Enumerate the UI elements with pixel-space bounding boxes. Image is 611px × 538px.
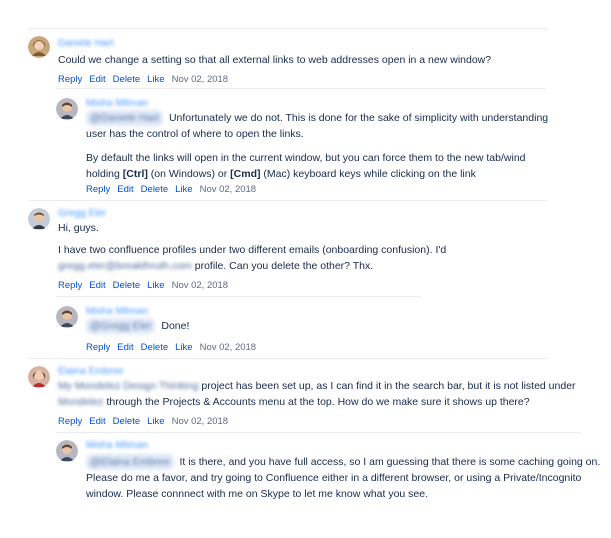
reply-link[interactable]: Reply (86, 184, 110, 195)
thread-divider (28, 200, 548, 201)
comment-text: @Daniele Hart Unfortunately we do not. T… (86, 110, 548, 126)
comment-text: Hi, guys. (58, 222, 99, 234)
comment-date[interactable]: Nov 02, 2018 (172, 74, 229, 85)
project-link[interactable]: My Mondelez Design Thinking (58, 380, 198, 392)
comment-text-part: project has been set up, as I can find i… (201, 380, 576, 392)
comment-author[interactable]: Misha Mitman (86, 98, 148, 110)
reply-divider (56, 432, 581, 433)
comment-body: @Gregg Eler Done! (86, 318, 189, 334)
comment-author[interactable]: Misha Mitman (86, 440, 148, 452)
key-label: [Ctrl] (122, 168, 148, 180)
reply-divider (56, 88, 546, 89)
comment-body: @Daniele Hart Unfortunately we do not. T… (86, 110, 548, 182)
delete-link[interactable]: Delete (113, 416, 140, 427)
comment-date[interactable]: Nov 02, 2018 (200, 184, 257, 195)
comment-author[interactable]: Gregg Eler (58, 208, 106, 220)
delete-link[interactable]: Delete (113, 74, 140, 85)
delete-link[interactable]: Delete (141, 184, 168, 195)
comment-text: Could we change a setting so that all ex… (58, 54, 492, 66)
user-mention[interactable]: @Gregg Eler (86, 318, 156, 334)
comment-date[interactable]: Nov 02, 2018 (172, 280, 229, 291)
like-link[interactable]: Like (147, 280, 164, 291)
comment-text-part: through the Projects & Accounts menu at … (106, 396, 530, 408)
comment-actions: Reply Edit Delete Like Nov 02, 2018 (86, 342, 263, 354)
user-mention[interactable]: @Elaina Embree (86, 454, 174, 470)
avatar[interactable] (28, 208, 50, 230)
avatar[interactable] (56, 98, 78, 120)
edit-link[interactable]: Edit (89, 416, 105, 427)
like-link[interactable]: Like (147, 416, 164, 427)
avatar[interactable] (56, 306, 78, 328)
comment-text: By default the links will open in the cu… (86, 152, 526, 164)
reply-link[interactable]: Reply (58, 416, 82, 427)
comment-text: holding [Ctrl] (on Windows) or [Cmd] (Ma… (86, 166, 548, 182)
comment-text: gregg.eler@breakthruth.com profile. Can … (58, 258, 446, 274)
comment-text: I have two confluence profiles under two… (58, 244, 447, 256)
like-link[interactable]: Like (175, 342, 192, 353)
comment-text: @Elaina Embree It is there, and you have… (86, 454, 600, 470)
reply-divider (56, 296, 421, 297)
comment-text: user has the control of where to open th… (86, 128, 304, 140)
comment-text-part: (on Windows) or (150, 168, 228, 180)
comment-author[interactable]: Misha Mitman (86, 306, 148, 318)
email-link[interactable]: gregg.eler@breakthruth.com (58, 260, 192, 272)
comment-text: Please do me a favor, and try going to C… (86, 472, 582, 484)
comment-text-part: profile. Can you delete the other? Thx. (194, 260, 374, 272)
comment-body: Hi, guys. I have two confluence profiles… (58, 220, 446, 274)
comment-text: @Gregg Eler Done! (86, 318, 189, 334)
comment-text: window. Please connnect with me on Skype… (86, 488, 429, 500)
delete-link[interactable]: Delete (113, 280, 140, 291)
reply-link[interactable]: Reply (58, 280, 82, 291)
comment-date[interactable]: Nov 02, 2018 (200, 342, 257, 353)
comment-text: My Mondelez Design Thinking project has … (58, 378, 576, 394)
comment-body: Could we change a setting so that all ex… (58, 52, 491, 68)
thread-divider (28, 358, 548, 359)
comment-text-part: Done! (161, 320, 190, 332)
reply-link[interactable]: Reply (58, 74, 82, 85)
edit-link[interactable]: Edit (117, 342, 133, 353)
project-link[interactable]: Mondelez (58, 396, 104, 408)
user-mention[interactable]: @Daniele Hart (86, 110, 164, 126)
avatar[interactable] (28, 36, 50, 58)
comment-actions: Reply Edit Delete Like Nov 02, 2018 (58, 416, 235, 428)
reply-link[interactable]: Reply (86, 342, 110, 353)
comment-text-part: (Mac) keyboard keys while clicking on th… (263, 168, 476, 180)
comment-actions: Reply Edit Delete Like Nov 02, 2018 (58, 74, 235, 86)
edit-link[interactable]: Edit (89, 280, 105, 291)
like-link[interactable]: Like (147, 74, 164, 85)
comment-actions: Reply Edit Delete Like Nov 02, 2018 (58, 280, 235, 292)
comment-thread: Daniele Hart Could we change a setting s… (0, 0, 611, 538)
comment-text-part: It is there, and you have full access, s… (179, 456, 601, 468)
comment-author[interactable]: Elaina Embree (58, 366, 124, 378)
comment-body: @Elaina Embree It is there, and you have… (86, 454, 600, 502)
delete-link[interactable]: Delete (141, 342, 168, 353)
comment-author[interactable]: Daniele Hart (58, 38, 114, 50)
comment-body: My Mondelez Design Thinking project has … (58, 378, 576, 410)
comment-text-part: Unfortunately we do not. This is done fo… (168, 112, 549, 124)
key-label: [Cmd] (230, 168, 261, 180)
avatar[interactable] (28, 366, 50, 388)
comment-text: Mondelez through the Projects & Accounts… (58, 394, 576, 410)
edit-link[interactable]: Edit (117, 184, 133, 195)
comment-actions: Reply Edit Delete Like Nov 02, 2018 (86, 184, 263, 196)
avatar[interactable] (56, 440, 78, 462)
thread-top-divider (28, 28, 548, 29)
comment-date[interactable]: Nov 02, 2018 (172, 416, 229, 427)
comment-text-part: holding (86, 168, 120, 180)
like-link[interactable]: Like (175, 184, 192, 195)
edit-link[interactable]: Edit (89, 74, 105, 85)
